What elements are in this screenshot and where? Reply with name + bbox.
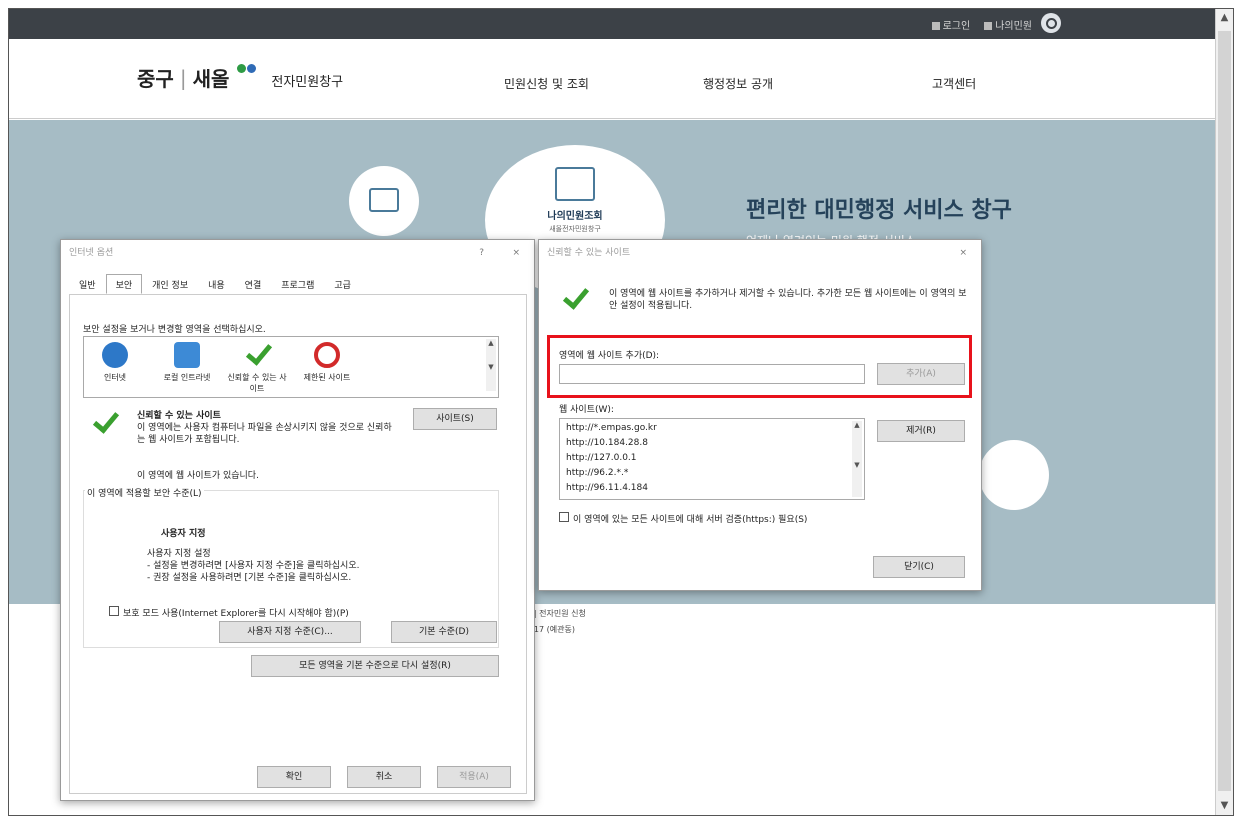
scroll-up-icon[interactable]: ▲ xyxy=(1216,9,1233,27)
tab-privacy[interactable]: 개인 정보 xyxy=(142,274,198,294)
zone-description: 이 영역에는 사용자 컴퓨터나 파일을 손상시키지 않을 것으로 신뢰하는 웹 … xyxy=(137,423,392,445)
tab-connections[interactable]: 연결 xyxy=(235,274,272,294)
dialog-title: 신뢰할 수 있는 사이트 xyxy=(547,248,631,258)
cancel-button[interactable]: 취소 xyxy=(347,766,421,788)
forbidden-icon xyxy=(314,342,340,368)
checkmark-icon xyxy=(244,338,273,368)
person-icon xyxy=(984,22,993,30)
list-item[interactable]: http://96.11.4.184 xyxy=(566,481,657,496)
close-button[interactable]: 닫기(C) xyxy=(873,556,965,578)
zone-prompt: 보안 설정을 보거나 변경할 영역을 선택하십시오. xyxy=(83,325,266,335)
info-text: 이 영역에 웹 사이트를 추가하거나 제거할 수 있습니다. 추가한 모든 웹 … xyxy=(609,289,967,311)
help-icon[interactable]: ? xyxy=(479,240,484,266)
custom-level-button[interactable]: 사용자 지정 수준(C)... xyxy=(219,621,361,643)
dialog-title: 인터넷 옵션 xyxy=(69,248,114,258)
default-level-button[interactable]: 기본 수준(D) xyxy=(391,621,497,643)
sites-button[interactable]: 사이트(S) xyxy=(413,408,497,430)
zone-trusted-sites[interactable]: 신뢰할 수 있는 사이트 xyxy=(227,338,287,394)
https-required-checkbox[interactable] xyxy=(559,512,569,522)
options-tabs: 일반 보안 개인 정보 내용 연결 프로그램 고급 xyxy=(69,274,361,294)
login-link[interactable]: 로그인 xyxy=(931,17,970,32)
zone-label: 신뢰할 수 있는 사이트 xyxy=(227,373,287,393)
tab-content[interactable]: 내용 xyxy=(198,274,235,294)
lock-icon xyxy=(931,22,940,30)
service-circle-icon[interactable] xyxy=(979,440,1049,510)
close-icon[interactable]: × xyxy=(512,240,520,266)
scroll-down-icon[interactable]: ▼ xyxy=(1216,797,1233,815)
logo-main: 새올 xyxy=(192,67,230,91)
internet-options-dialog: 인터넷 옵션 ? × 일반 보안 개인 정보 내용 연결 프로그램 고급 보안 … xyxy=(60,239,535,801)
sites-list[interactable]: http://*.empas.go.kr http://10.184.28.8 … xyxy=(559,418,865,500)
zone-label: 인터넷 xyxy=(103,373,127,382)
site-logo[interactable]: 중구 | 새올 전자민원창구 xyxy=(137,63,343,92)
logo-dot xyxy=(247,63,257,73)
nav-customer-center[interactable]: 고객센터 xyxy=(932,75,976,92)
zone-label: 제한된 사이트 xyxy=(303,373,351,382)
globe-icon xyxy=(102,342,128,368)
list-item[interactable]: http://127.0.0.1 xyxy=(566,451,657,466)
highlight-box xyxy=(547,335,972,398)
close-icon[interactable]: × xyxy=(959,240,967,266)
hero-title: 편리한 대민행정 서비스 창구 xyxy=(746,198,1012,223)
zone-list-scrollbar[interactable]: ▲ ▼ xyxy=(486,339,496,391)
tab-security[interactable]: 보안 xyxy=(105,274,143,294)
tab-programs[interactable]: 프로그램 xyxy=(271,274,324,294)
nav-apply-inquiry[interactable]: 민원신청 및 조회 xyxy=(504,75,589,92)
site-header: 중구 | 새올 전자민원창구 민원신청 및 조회 행정정보 공개 고객센터 xyxy=(9,39,1216,119)
sites-list-scrollbar[interactable]: ▲ ▼ xyxy=(852,421,862,497)
level-label: 이 영역에 적용할 보안 수준(L) xyxy=(85,486,204,499)
has-sites-text: 이 영역에 웹 사이트가 있습니다. xyxy=(137,471,259,481)
ok-button[interactable]: 확인 xyxy=(257,766,331,788)
logo-separator: | xyxy=(179,65,187,90)
reset-all-zones-button[interactable]: 모든 영역을 기본 수준으로 다시 설정(R) xyxy=(251,655,499,677)
custom-title: 사용자 지정 xyxy=(161,529,206,539)
my-complaint-title: 나의민원조회 xyxy=(547,211,603,222)
zone-list[interactable]: ▲ ▼ xyxy=(83,336,499,398)
list-item[interactable]: http://10.184.28.8 xyxy=(566,436,657,451)
folder-icon xyxy=(369,188,399,212)
custom-line-3: - 권장 설정을 사용하려면 [기본 수준]을 클릭하십시오. xyxy=(147,573,352,583)
dialog-titlebar: 인터넷 옵션 ? × xyxy=(61,240,534,266)
top-utility-bar: 로그인 나의민원 xyxy=(9,9,1216,39)
zone-name: 신뢰할 수 있는 사이트 xyxy=(137,411,221,421)
document-search-icon xyxy=(555,167,595,201)
logo-subtitle: 전자민원창구 xyxy=(271,75,344,90)
search-icon[interactable] xyxy=(1041,13,1061,33)
sites-list-label: 웹 사이트(W): xyxy=(559,405,614,415)
sites-entries: http://*.empas.go.kr http://10.184.28.8 … xyxy=(566,421,657,496)
dialog-titlebar: 신뢰할 수 있는 사이트 × xyxy=(539,240,981,266)
tab-advanced[interactable]: 고급 xyxy=(324,274,361,294)
intranet-icon xyxy=(174,342,200,368)
myinfo-link[interactable]: 나의민원 xyxy=(984,17,1032,32)
protected-mode-label: 보호 모드 사용(Internet Explorer를 다시 시작해야 함)(P… xyxy=(123,609,349,619)
https-required-label: 이 영역에 있는 모든 사이트에 대해 서버 검증(https:) 필요(S) xyxy=(573,515,808,525)
nav-public-info[interactable]: 행정정보 공개 xyxy=(703,75,773,92)
list-item[interactable]: http://*.empas.go.kr xyxy=(566,421,657,436)
trusted-sites-dialog: 신뢰할 수 있는 사이트 × 이 영역에 웹 사이트를 추가하거나 제거할 수 … xyxy=(538,239,982,591)
logo-dots-icon xyxy=(235,63,269,92)
logo-district: 중구 xyxy=(137,67,174,91)
zone-restricted-sites[interactable]: 제한된 사이트 xyxy=(297,342,357,383)
trusted-checkmark-icon xyxy=(561,282,590,314)
trusted-checkmark-icon xyxy=(91,406,120,438)
application-circle[interactable] xyxy=(349,166,419,236)
zone-internet[interactable]: 인터넷 xyxy=(85,342,145,383)
logo-dot xyxy=(237,63,247,73)
page-scrollbar[interactable]: ▲ ▼ xyxy=(1215,9,1233,815)
zone-label: 로컬 인트라넷 xyxy=(163,373,211,382)
list-item[interactable]: http://96.2.*.* xyxy=(566,466,657,481)
tab-general[interactable]: 일반 xyxy=(69,274,106,294)
apply-button[interactable]: 적용(A) xyxy=(437,766,511,788)
zone-local-intranet[interactable]: 로컬 인트라넷 xyxy=(157,342,217,383)
scroll-thumb[interactable] xyxy=(1218,31,1231,791)
protected-mode-checkbox[interactable] xyxy=(109,606,119,616)
my-complaint-sub: 새올전자민원창구 xyxy=(549,225,601,233)
remove-site-button[interactable]: 제거(R) xyxy=(877,420,965,442)
